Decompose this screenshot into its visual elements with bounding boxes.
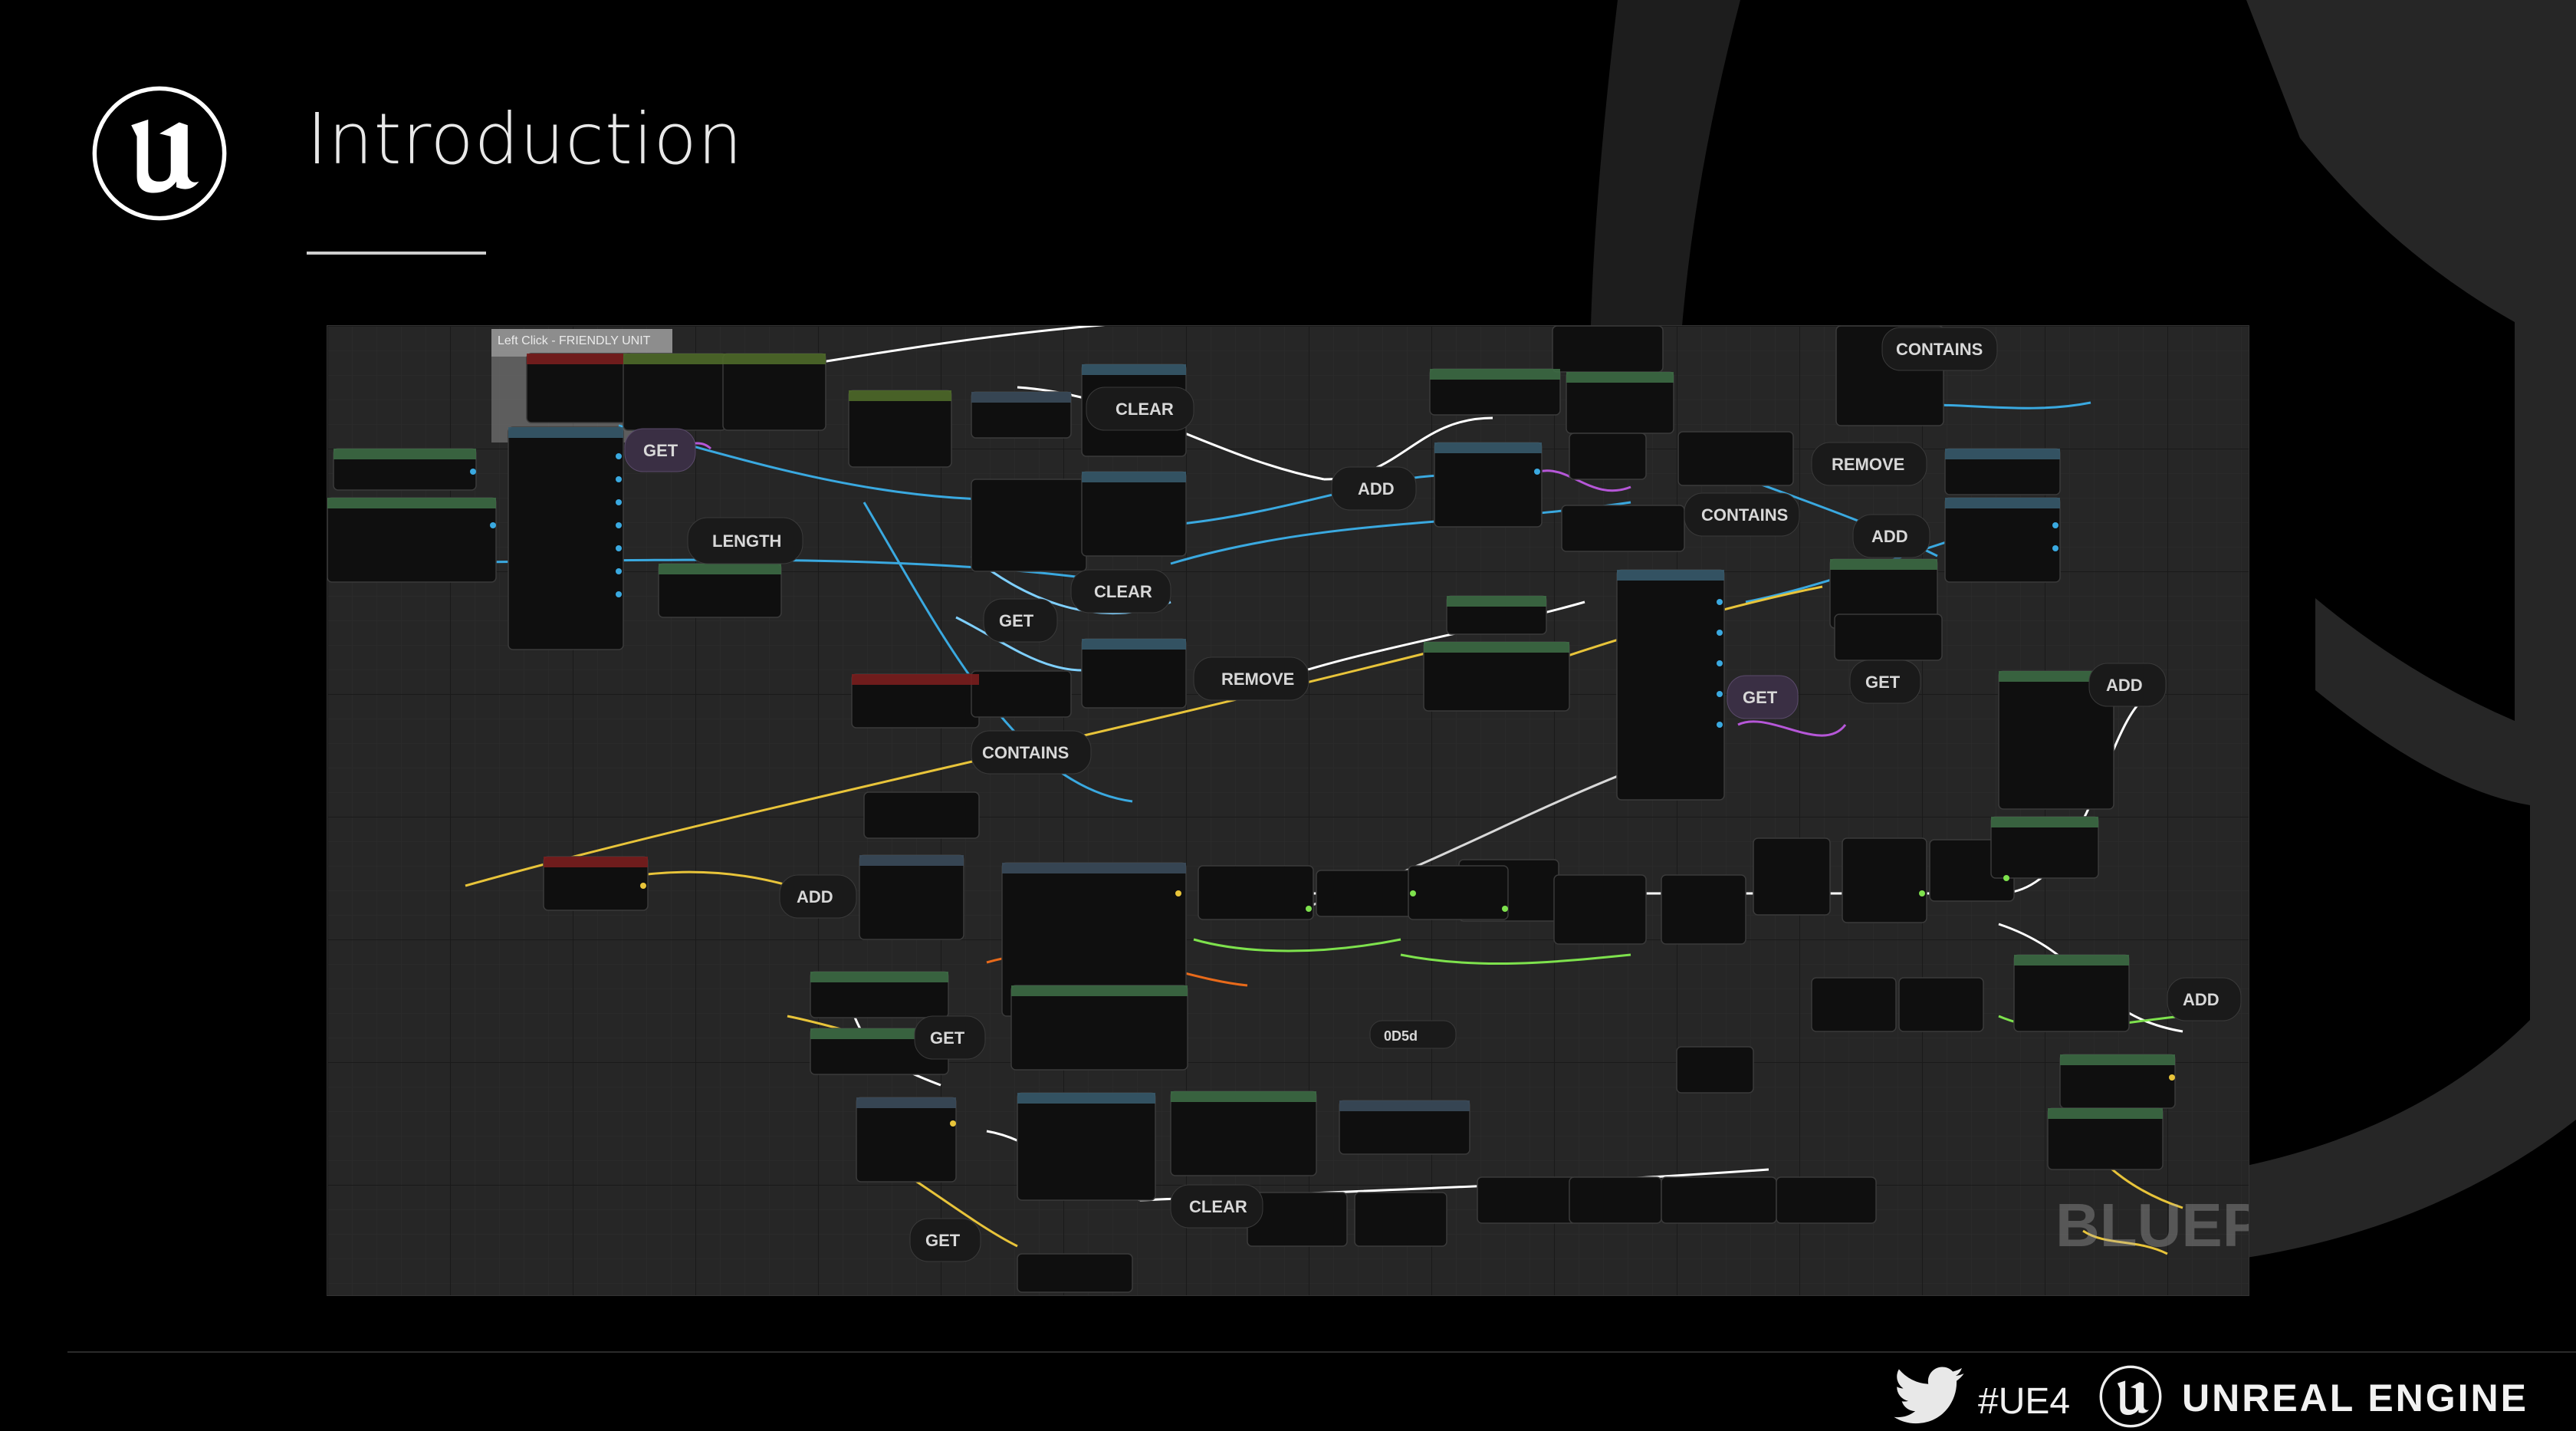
svg-text:GET: GET — [643, 441, 678, 460]
svg-text:ADD: ADD — [797, 887, 833, 906]
twitter-bird-icon — [1894, 1367, 1964, 1424]
title-underline — [307, 252, 486, 255]
svg-text:GET: GET — [930, 1028, 965, 1048]
svg-text:GET: GET — [1743, 688, 1778, 707]
unreal-engine-small-logo-icon — [2099, 1365, 2162, 1428]
svg-text:ADD: ADD — [1358, 479, 1395, 498]
node-get-4[interactable]: GET — [1727, 675, 1799, 719]
node-remove-2[interactable]: REMOVE — [1193, 656, 1309, 701]
hashtag-label: #UE4 — [1978, 1381, 2071, 1422]
node-get-1[interactable]: GET — [624, 428, 696, 472]
slide: Introduction Left Click - FRIENDLY UNIT — [0, 0, 2576, 1431]
node-contains-3[interactable]: CONTAINS — [971, 730, 1092, 775]
node-get-3[interactable]: GET — [983, 598, 1058, 643]
watermark: BLUEP — [2055, 1191, 2249, 1259]
svg-text:ADD: ADD — [1871, 527, 1908, 546]
node-clear-1[interactable]: CLEAR — [1086, 387, 1194, 431]
node-clear-3[interactable]: CLEAR — [1170, 1184, 1263, 1229]
node-get-5[interactable]: GET — [914, 1015, 986, 1060]
node-contains-1[interactable]: CONTAINS — [1881, 327, 1998, 371]
node-get-6[interactable]: GET — [909, 1218, 981, 1262]
svg-text:GET: GET — [999, 611, 1034, 630]
svg-text:CLEAR: CLEAR — [1189, 1197, 1247, 1216]
page-title: Introduction — [307, 98, 744, 180]
comment-title: Left Click - FRIENDLY UNIT — [498, 334, 651, 347]
svg-text:GET: GET — [925, 1231, 961, 1250]
node-contains-2[interactable]: CONTAINS — [1684, 492, 1800, 537]
node-delay[interactable]: 0D5d — [1369, 1020, 1457, 1049]
node-add-2[interactable]: ADD — [1852, 514, 1930, 558]
svg-text:ADD: ADD — [2106, 676, 2143, 695]
svg-text:CLEAR: CLEAR — [1094, 582, 1152, 601]
svg-text:REMOVE: REMOVE — [1832, 455, 1904, 474]
svg-text:LENGTH: LENGTH — [712, 531, 781, 551]
blueprint-graph: Left Click - FRIENDLY UNIT GET LENGTH CL… — [327, 326, 2249, 1295]
svg-text:REMOVE: REMOVE — [1221, 669, 1294, 689]
svg-text:CONTAINS: CONTAINS — [1701, 505, 1788, 525]
node-remove-1[interactable]: REMOVE — [1811, 442, 1927, 486]
unreal-engine-logo-icon — [92, 86, 227, 221]
svg-text:GET: GET — [1865, 673, 1901, 692]
svg-text:ADD: ADD — [2183, 990, 2220, 1009]
node-length[interactable]: LENGTH — [687, 517, 803, 564]
svg-text:0D5d: 0D5d — [1384, 1028, 1418, 1044]
node-clear-2[interactable]: CLEAR — [1070, 569, 1171, 614]
blueprint-graph-screenshot: Left Click - FRIENDLY UNIT GET LENGTH CL… — [327, 325, 2249, 1296]
svg-text:CLEAR: CLEAR — [1116, 400, 1174, 419]
svg-text:CONTAINS: CONTAINS — [1896, 340, 1983, 359]
node-add-1[interactable]: ADD — [1331, 466, 1417, 511]
node-get-2[interactable]: GET — [1849, 660, 1921, 704]
svg-text:CONTAINS: CONTAINS — [982, 743, 1069, 762]
brand-name: UNREAL ENGINE — [2182, 1377, 2529, 1419]
node-add-3[interactable]: ADD — [779, 874, 857, 919]
footer-divider — [67, 1351, 2576, 1353]
node-add-4[interactable]: ADD — [2088, 663, 2167, 707]
node-add-5[interactable]: ADD — [2167, 977, 2242, 1021]
